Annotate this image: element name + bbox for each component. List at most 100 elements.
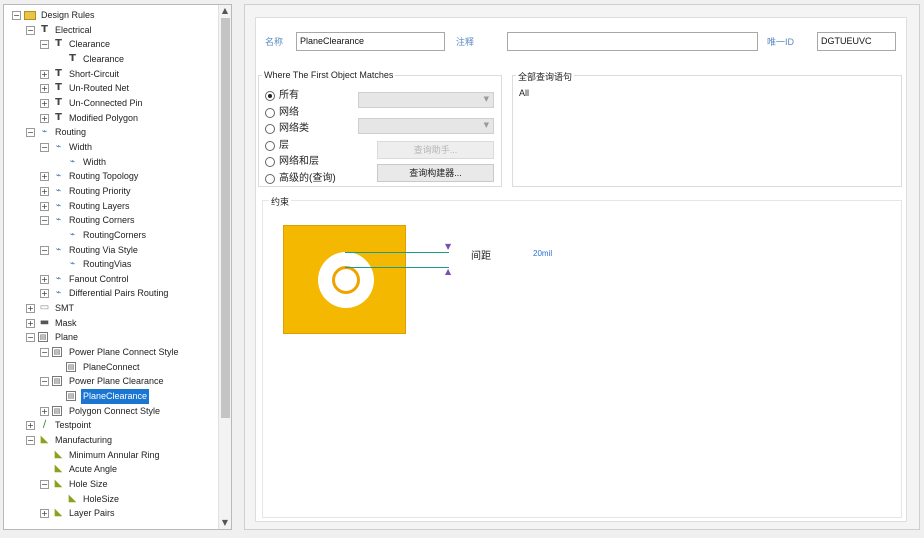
tree-item-label: Power Plane Connect Style: [69, 347, 179, 358]
tree-item[interactable]: + ∕ Testpoint: [4, 418, 220, 433]
routing-icon: ⌁: [55, 200, 62, 211]
tree-item[interactable]: ▤ PlaneConnect: [4, 360, 220, 375]
tree-item[interactable]: + ▤ Polygon Connect Style: [4, 404, 220, 419]
tree-item[interactable]: ◣ Acute Angle: [4, 462, 220, 477]
collapse-icon[interactable]: −: [26, 128, 35, 138]
plane-icon: ▤: [66, 361, 76, 372]
collapse-icon[interactable]: −: [40, 216, 49, 226]
tree-item[interactable]: − ◣ Hole Size: [4, 477, 220, 492]
mask-icon: ▬: [39, 316, 50, 328]
expand-icon[interactable]: +: [40, 274, 49, 284]
comment-input[interactable]: [507, 32, 758, 51]
tree-item[interactable]: − ⌁ Routing: [4, 125, 220, 140]
expand-icon[interactable]: +: [40, 406, 49, 416]
tree-item[interactable]: − ◣ Manufacturing: [4, 433, 220, 448]
unique-id-input[interactable]: DGTUEUVC: [817, 32, 896, 51]
clearance-value[interactable]: 20mil: [533, 249, 552, 258]
expand-icon[interactable]: +: [40, 113, 49, 123]
tree-item[interactable]: + T Modified Polygon: [4, 111, 220, 126]
expand-icon[interactable]: +: [40, 289, 49, 299]
collapse-icon[interactable]: −: [40, 480, 49, 489]
radio-button[interactable]: [265, 157, 275, 167]
where-first-title: Where The First Object Matches: [262, 70, 396, 80]
tree-item[interactable]: + T Un-Routed Net: [4, 81, 220, 96]
tree-item[interactable]: − ▤ Plane: [4, 330, 220, 345]
tree-item-label: Un-Routed Net: [69, 83, 130, 94]
tree-item[interactable]: ⌁ RoutingCorners: [4, 228, 220, 243]
tree-item[interactable]: ⌁ Width: [4, 155, 220, 170]
tree-item-label: Width: [83, 156, 107, 167]
tree-item-label: SMT: [55, 303, 74, 314]
expand-icon[interactable]: +: [40, 186, 49, 196]
expand-icon[interactable]: +: [40, 84, 49, 94]
tree-item[interactable]: T Clearance: [4, 52, 220, 67]
tree-item-label: Polygon Connect Style: [69, 405, 161, 416]
tree-item[interactable]: − ⌁ Routing Corners: [4, 213, 220, 228]
rule-icon: T: [55, 67, 62, 79]
radio-button[interactable]: [265, 91, 275, 101]
tree-item[interactable]: + T Un-Connected Pin: [4, 96, 220, 111]
full-query-text[interactable]: All: [519, 88, 529, 98]
collapse-icon[interactable]: −: [40, 142, 49, 152]
routing-icon: ⌁: [69, 229, 76, 240]
expand-icon[interactable]: +: [26, 304, 35, 314]
name-input[interactable]: PlaneClearance: [296, 32, 445, 51]
plane-icon: ▤: [52, 405, 62, 416]
collapse-icon[interactable]: −: [40, 377, 49, 387]
tree-item[interactable]: + ▭ SMT: [4, 301, 220, 316]
tree-item[interactable]: ◣ Minimum Annular Ring: [4, 448, 220, 463]
collapse-icon[interactable]: −: [40, 348, 49, 358]
collapse-icon[interactable]: −: [40, 245, 49, 255]
rule-icon: T: [55, 82, 62, 94]
tree-item[interactable]: + ⌁ Routing Topology: [4, 169, 220, 184]
tree-item[interactable]: ◣ HoleSize: [4, 492, 220, 507]
tree-item-label: Mask: [55, 317, 77, 328]
tree-item[interactable]: − T Clearance: [4, 37, 220, 52]
radio-button[interactable]: [265, 140, 275, 151]
collapse-icon[interactable]: −: [12, 11, 21, 20]
radio-button[interactable]: [265, 107, 275, 118]
expand-icon[interactable]: +: [40, 98, 49, 108]
expand-icon[interactable]: +: [26, 318, 35, 328]
collapse-icon[interactable]: −: [26, 436, 35, 446]
tree-item[interactable]: ⌁ RoutingVias: [4, 257, 220, 272]
scroll-thumb[interactable]: [221, 18, 230, 418]
expand-icon[interactable]: +: [40, 172, 49, 182]
clearance-label: 间距: [471, 251, 491, 262]
scroll-down-icon[interactable]: ▼: [219, 517, 231, 529]
tree-item[interactable]: + ⌁ Differential Pairs Routing: [4, 286, 220, 301]
tree-item[interactable]: − ⌁ Routing Via Style: [4, 243, 220, 258]
tree-item[interactable]: − ▤ Power Plane Clearance: [4, 374, 220, 389]
tree-scrollbar[interactable]: ▲ ▼: [218, 5, 231, 529]
tree-item[interactable]: + T Short-Circuit: [4, 67, 220, 82]
net-combo[interactable]: ▼: [358, 92, 494, 108]
net-class-combo[interactable]: ▼: [358, 118, 494, 134]
tree-item-label: Power Plane Clearance: [69, 376, 164, 387]
tree-item[interactable]: − ▤ Power Plane Connect Style: [4, 345, 220, 360]
tree-item[interactable]: ▤ PlaneClearance: [4, 389, 220, 404]
tree-item[interactable]: + ⌁ Routing Priority: [4, 184, 220, 199]
smt-icon: ▭: [39, 302, 50, 314]
radio-button[interactable]: [265, 173, 275, 184]
query-builder-button[interactable]: 查询构建器...: [377, 164, 494, 182]
scroll-up-icon[interactable]: ▲: [219, 5, 231, 17]
expand-icon[interactable]: +: [40, 509, 49, 519]
expand-icon[interactable]: +: [26, 421, 35, 431]
tree-item[interactable]: − Design Rules: [4, 8, 220, 23]
radio-button[interactable]: [265, 124, 275, 134]
expand-icon[interactable]: +: [40, 201, 49, 211]
tree-item[interactable]: + ▬ Mask: [4, 316, 220, 331]
expand-icon[interactable]: +: [40, 69, 49, 79]
tree-item[interactable]: + ◣ Layer Pairs: [4, 506, 220, 521]
collapse-icon[interactable]: −: [26, 25, 35, 35]
plane-icon: ▤: [66, 391, 76, 402]
collapse-icon[interactable]: −: [40, 40, 49, 50]
tree-item[interactable]: − T Electrical: [4, 23, 220, 38]
collapse-icon[interactable]: −: [26, 333, 35, 343]
query-helper-button[interactable]: 查询助手...: [377, 141, 494, 159]
tree-item[interactable]: − ⌁ Width: [4, 140, 220, 155]
tree-item[interactable]: + ⌁ Routing Layers: [4, 199, 220, 214]
tree-item[interactable]: + ⌁ Fanout Control: [4, 272, 220, 287]
routing-icon: ⌁: [55, 244, 62, 255]
manufacturing-icon: ◣: [54, 507, 63, 519]
